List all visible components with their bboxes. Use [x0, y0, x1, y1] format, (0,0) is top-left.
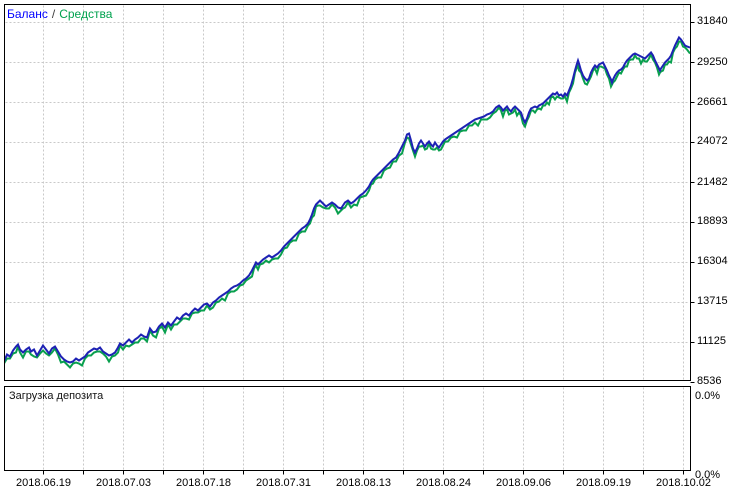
- y-axis-label: 16304: [697, 255, 728, 268]
- legend: Баланс / Средства: [7, 7, 112, 21]
- y-axis-label: 26661: [697, 96, 728, 109]
- tester-graph-screen: Баланс/Средства Загрузка депозита 0.0% 0…: [0, 0, 745, 498]
- y-axis-label: 21482: [697, 176, 728, 189]
- x-axis-label: 2018.07.03: [82, 477, 166, 490]
- x-axis-label: 2018.09.19: [562, 477, 646, 490]
- legend-separator: /: [52, 7, 55, 21]
- y-axis-label: 8536: [697, 375, 721, 388]
- deposit-panel-title: Загрузка депозита: [9, 390, 103, 403]
- deposit-panel-border: [5, 387, 691, 471]
- main-chart-border: [5, 5, 691, 381]
- y-axis-label: 18893: [697, 215, 728, 228]
- balance-legend-label: Баланс: [7, 7, 48, 21]
- y-axis-label: 11125: [697, 335, 726, 348]
- y-axis-label: 29250: [697, 56, 728, 69]
- balance-line: [4, 38, 690, 363]
- x-axis-label: 2018.06.19: [2, 477, 86, 490]
- deposit-max-label: 0.0%: [695, 390, 720, 403]
- x-axis-label: 2018.09.06: [482, 477, 566, 490]
- x-axis-label: 2018.10.02: [642, 477, 726, 490]
- equity-legend-label: Средства: [59, 7, 112, 21]
- y-axis-label: 13715: [697, 295, 728, 308]
- equity-line: [4, 42, 690, 368]
- y-axis-label: 24072: [697, 135, 728, 148]
- y-axis-label: 31840: [697, 15, 728, 28]
- x-axis-label: 2018.07.18: [162, 477, 246, 490]
- x-axis-label: 2018.07.31: [242, 477, 326, 490]
- x-axis-label: 2018.08.24: [402, 477, 486, 490]
- chart-canvas[interactable]: [0, 0, 745, 498]
- x-axis-label: 2018.08.13: [322, 477, 406, 490]
